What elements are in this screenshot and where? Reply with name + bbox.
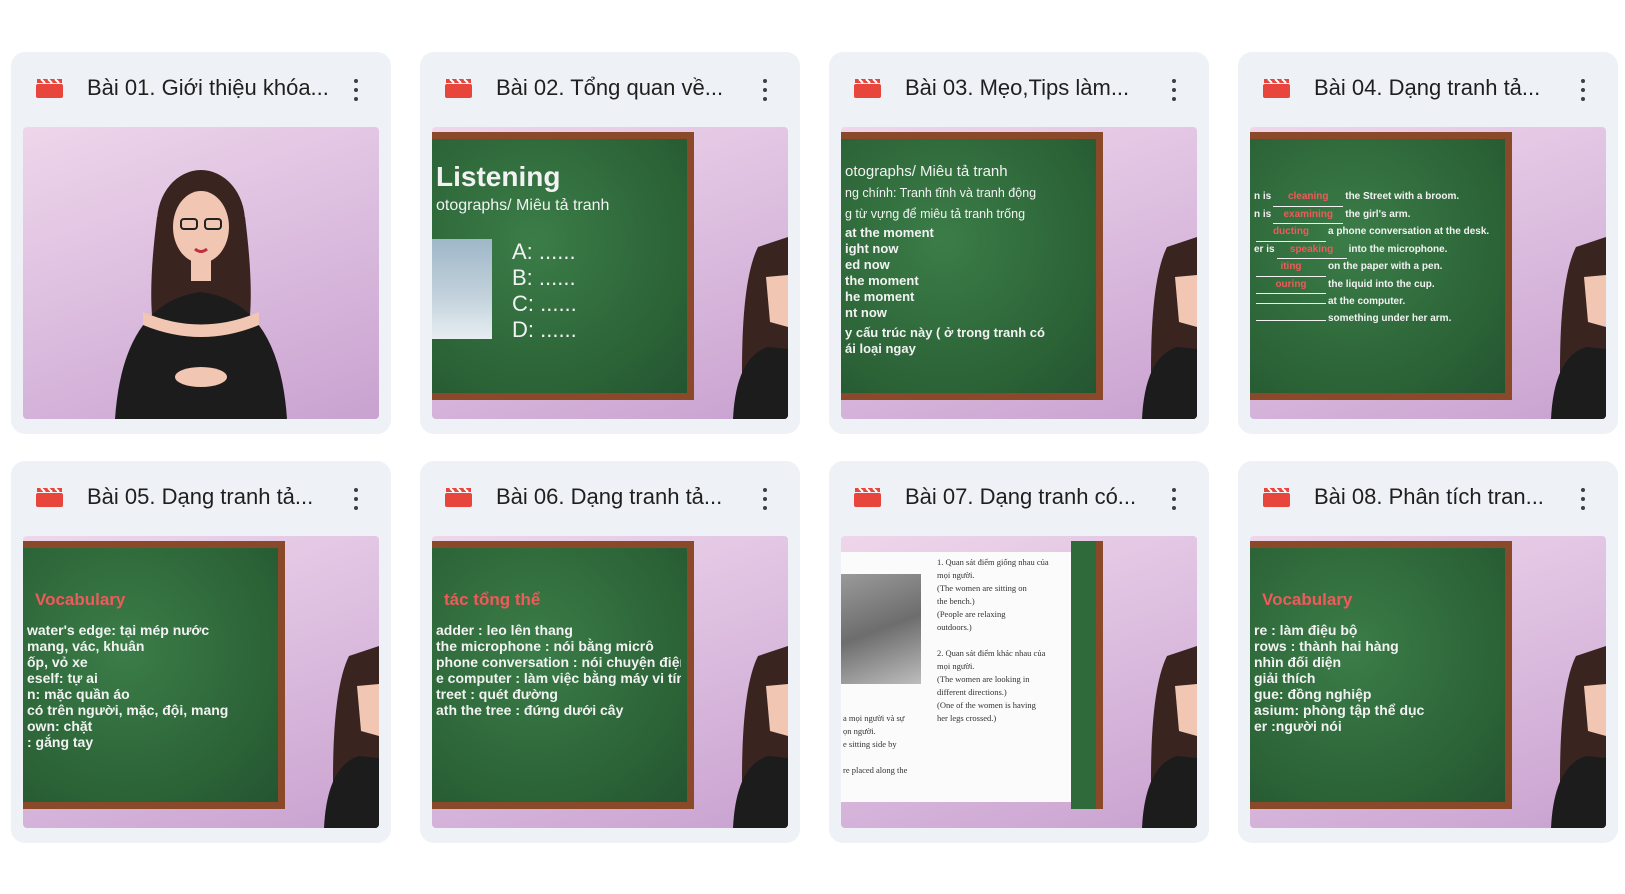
video-clapper-icon <box>1263 78 1290 98</box>
more-vert-icon[interactable] <box>756 486 774 512</box>
lesson-card-header: Bài 01. Giới thiệu khóa... <box>11 52 391 127</box>
more-vert-icon[interactable] <box>1165 77 1183 103</box>
video-thumbnail[interactable]: tác tổng thể adder : leo lên thang the mic… <box>432 536 788 828</box>
lesson-title[interactable]: Bài 04. Dạng tranh tả... <box>1314 72 1569 104</box>
lesson-card[interactable]: Bài 02. Tổng quan về... Listening otograph… <box>420 52 800 434</box>
video-thumbnail[interactable]: n is cleaning the Street with a broom. n is… <box>1250 127 1606 419</box>
teacher-figure <box>115 170 287 419</box>
lesson-card-header: Bài 05. Dạng tranh tả... <box>11 461 391 536</box>
teacher-edge-figure <box>1142 646 1197 828</box>
lesson-card[interactable]: Bài 08. Phân tích tran... Vocabulary re : … <box>1238 461 1618 843</box>
more-vert-icon[interactable] <box>347 486 365 512</box>
lesson-title[interactable]: Bài 03. Mẹo,Tips làm... <box>905 72 1160 104</box>
lesson-card-header: Bài 06. Dạng tranh tả... <box>420 461 800 536</box>
more-vert-icon[interactable] <box>347 77 365 103</box>
more-vert-icon[interactable] <box>756 77 774 103</box>
video-thumbnail[interactable]: Listening otographs/ Miêu tả tranh A: ....… <box>432 127 788 419</box>
video-clapper-icon <box>1263 487 1290 507</box>
video-clapper-icon <box>445 487 472 507</box>
lesson-card-header: Bài 08. Phân tích tran... <box>1238 461 1618 536</box>
lesson-card-header: Bài 02. Tổng quan về... <box>420 52 800 127</box>
lesson-grid: Bài 01. Giới thiệu khóa... Bài 02. Tổng q… <box>11 52 1618 843</box>
teacher-edge-figure <box>733 646 788 828</box>
video-thumbnail[interactable]: Vocabulary re : làm điệu bộ rows : thành … <box>1250 536 1606 828</box>
lesson-card[interactable]: Bài 03. Mẹo,Tips làm... otographs/ Miêu t… <box>829 52 1209 434</box>
lesson-card[interactable]: Bài 07. Dạng tranh có... 1. Quan sát điểm… <box>829 461 1209 843</box>
video-clapper-icon <box>854 487 881 507</box>
lesson-card[interactable]: Bài 01. Giới thiệu khóa... <box>11 52 391 434</box>
lesson-title[interactable]: Bài 05. Dạng tranh tả... <box>87 481 342 513</box>
video-thumbnail[interactable]: 1. Quan sát điểm giống nhau của mọi người… <box>841 536 1197 828</box>
video-thumbnail[interactable] <box>23 127 379 419</box>
more-vert-icon[interactable] <box>1165 486 1183 512</box>
lesson-title[interactable]: Bài 01. Giới thiệu khóa... <box>87 72 342 104</box>
teacher-edge-figure <box>1551 646 1606 828</box>
more-vert-icon[interactable] <box>1574 77 1592 103</box>
teacher-edge-figure <box>324 646 379 828</box>
teacher-edge-figure <box>1142 237 1197 419</box>
video-thumbnail[interactable]: Vocabulary water's edge: tại mép nước ma… <box>23 536 379 828</box>
video-thumbnail[interactable]: otographs/ Miêu tả tranh ng chính: Tranh … <box>841 127 1197 419</box>
video-clapper-icon <box>854 78 881 98</box>
lesson-title[interactable]: Bài 08. Phân tích tran... <box>1314 481 1569 513</box>
lesson-card-header: Bài 03. Mẹo,Tips làm... <box>829 52 1209 127</box>
video-clapper-icon <box>36 487 63 507</box>
teacher-edge-figure <box>733 237 788 419</box>
more-vert-icon[interactable] <box>1574 486 1592 512</box>
lesson-card[interactable]: Bài 04. Dạng tranh tả... n is cleaning the … <box>1238 52 1618 434</box>
lesson-title[interactable]: Bài 07. Dạng tranh có... <box>905 481 1160 513</box>
lesson-card-header: Bài 04. Dạng tranh tả... <box>1238 52 1618 127</box>
lesson-card[interactable]: Bài 06. Dạng tranh tả... tác tổng thể adde… <box>420 461 800 843</box>
video-clapper-icon <box>445 78 472 98</box>
lesson-card[interactable]: Bài 05. Dạng tranh tả... Vocabulary water… <box>11 461 391 843</box>
lesson-title[interactable]: Bài 06. Dạng tranh tả... <box>496 481 751 513</box>
video-clapper-icon <box>36 78 63 98</box>
lesson-card-header: Bài 07. Dạng tranh có... <box>829 461 1209 536</box>
teacher-edge-figure <box>1551 237 1606 419</box>
lesson-title[interactable]: Bài 02. Tổng quan về... <box>496 72 751 104</box>
